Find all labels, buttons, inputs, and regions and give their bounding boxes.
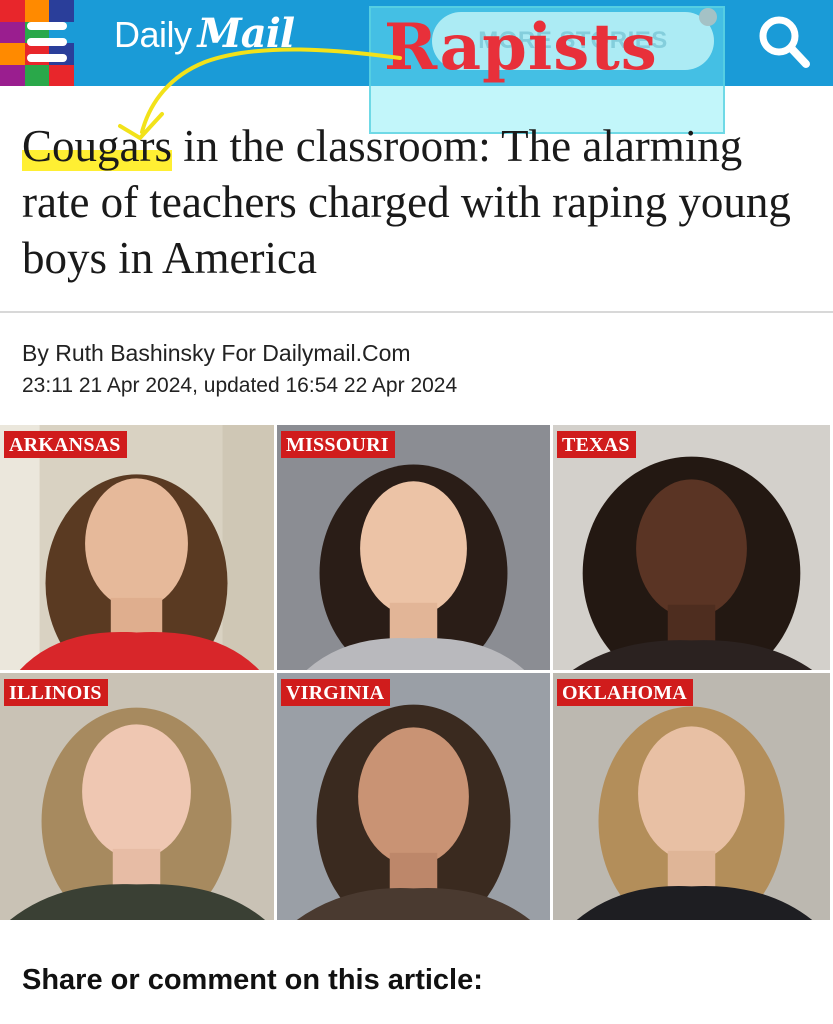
portrait-image bbox=[553, 425, 830, 670]
state-label: ILLINOIS bbox=[4, 679, 108, 706]
photo-tile[interactable]: TEXAS bbox=[553, 425, 833, 673]
mugshot-grid: ARKANSAS MISSOURI TEXAS ILLINOIS VIRGINI… bbox=[0, 425, 833, 923]
search-icon[interactable] bbox=[752, 10, 818, 76]
state-label: VIRGINIA bbox=[281, 679, 391, 706]
portrait-image bbox=[277, 673, 550, 920]
hamburger-menu-icon[interactable] bbox=[12, 10, 82, 74]
article-dateline: 23:11 21 Apr 2024, updated 16:54 22 Apr … bbox=[22, 374, 458, 397]
photo-tile[interactable]: ARKANSAS bbox=[0, 425, 277, 673]
portrait-image bbox=[553, 673, 830, 920]
divider bbox=[0, 311, 833, 313]
portrait-image bbox=[0, 673, 274, 920]
photo-tile[interactable]: ILLINOIS bbox=[0, 673, 277, 923]
headline-highlighted-word: Cougars bbox=[22, 121, 172, 171]
article-byline[interactable]: By Ruth Bashinsky For Dailymail.Com bbox=[22, 340, 411, 367]
photo-tile[interactable]: OKLAHOMA bbox=[553, 673, 833, 923]
state-label: ARKANSAS bbox=[4, 431, 127, 458]
share-comment-heading[interactable]: Share or comment on this article: bbox=[22, 964, 483, 997]
portrait-image bbox=[277, 425, 550, 670]
state-label: MISSOURI bbox=[281, 431, 395, 458]
annotation-overlay-word: Rapists bbox=[384, 10, 658, 85]
state-label: TEXAS bbox=[557, 431, 636, 458]
photo-tile[interactable]: VIRGINIA bbox=[277, 673, 553, 923]
photo-tile[interactable]: MISSOURI bbox=[277, 425, 553, 673]
portrait-image bbox=[0, 425, 274, 670]
article-headline: Cougars in the classroom: The alarming r… bbox=[22, 118, 812, 286]
state-label: OKLAHOMA bbox=[557, 679, 693, 706]
